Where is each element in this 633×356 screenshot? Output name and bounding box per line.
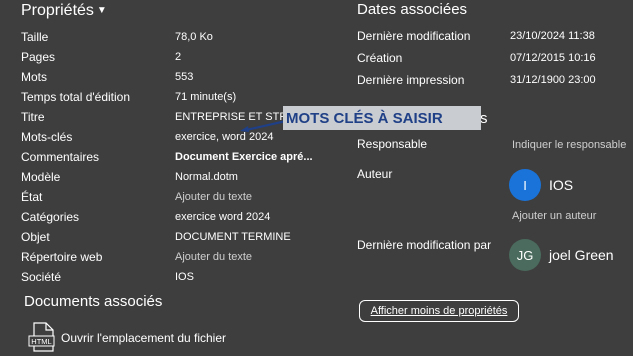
property-label: Catégories <box>21 210 80 224</box>
date-value: 31/12/1900 23:00 <box>510 74 596 86</box>
property-value[interactable]: DOCUMENT TERMINE <box>175 231 291 243</box>
property-value[interactable]: IOS <box>175 271 194 283</box>
date-label: Création <box>357 51 403 65</box>
modifier-name[interactable]: joel Green <box>549 247 614 263</box>
property-label: Temps total d'édition <box>21 90 131 104</box>
property-label: Taille <box>21 30 49 44</box>
annotation-arrow-icon <box>240 119 287 132</box>
show-fewer-properties-link[interactable]: Afficher moins de propriétés <box>359 300 519 322</box>
property-value[interactable]: 2 <box>175 51 181 63</box>
property-value[interactable]: Document Exercice apré... <box>175 151 313 163</box>
auteur-label: Auteur <box>357 167 393 181</box>
date-label: Dernière modification <box>357 29 471 43</box>
date-value: 07/12/2015 10:16 <box>510 52 596 64</box>
property-value[interactable]: 78,0 Ko <box>175 31 213 43</box>
property-label: Titre <box>21 110 45 124</box>
property-label: État <box>21 190 43 204</box>
last-modified-by-label: Dernière modification par <box>357 238 492 252</box>
property-label: Société <box>21 270 62 284</box>
add-author-input[interactable]: Ajouter un auteur <box>512 210 596 222</box>
property-value[interactable]: Ajouter du texte <box>175 191 252 203</box>
property-label: Pages <box>21 50 56 64</box>
open-file-location-link[interactable]: Ouvrir l'emplacement du fichier <box>61 331 226 345</box>
property-label: Répertoire web <box>21 250 103 264</box>
modifier-avatar: JG <box>509 239 541 271</box>
property-label: Objet <box>21 230 50 244</box>
property-label: Mots <box>21 70 48 84</box>
html-file-icon: HTML <box>28 322 55 352</box>
author-avatar: I <box>509 169 541 201</box>
related-documents-title: Documents associés <box>24 293 163 310</box>
date-value: 23/10/2024 11:38 <box>510 30 595 42</box>
related-dates-title: Dates associées <box>357 1 468 18</box>
property-label: Mots-clés <box>21 130 73 144</box>
property-value[interactable]: 553 <box>175 71 193 83</box>
chevron-down-icon: ▼ <box>96 5 107 16</box>
properties-header[interactable]: Propriétés ▼ <box>21 2 107 20</box>
property-value[interactable]: Ajouter du texte <box>175 251 252 263</box>
html-icon-label: HTML <box>31 337 51 346</box>
responsable-input[interactable]: Indiquer le responsable <box>512 139 626 151</box>
related-people-title-fragment: s <box>480 110 488 127</box>
properties-title: Propriétés <box>21 2 94 19</box>
property-label: Commentaires <box>21 150 100 164</box>
author-name[interactable]: IOS <box>549 177 573 193</box>
responsable-label: Responsable <box>357 137 428 151</box>
property-value[interactable]: 71 minute(s) <box>175 91 236 103</box>
date-label: Dernière impression <box>357 73 465 87</box>
property-label: Modèle <box>21 170 61 184</box>
keywords-annotation-banner: MOTS CLÉS À SAISIR <box>283 106 481 130</box>
property-value[interactable]: Normal.dotm <box>175 171 238 183</box>
property-value[interactable]: exercice word 2024 <box>175 211 270 223</box>
